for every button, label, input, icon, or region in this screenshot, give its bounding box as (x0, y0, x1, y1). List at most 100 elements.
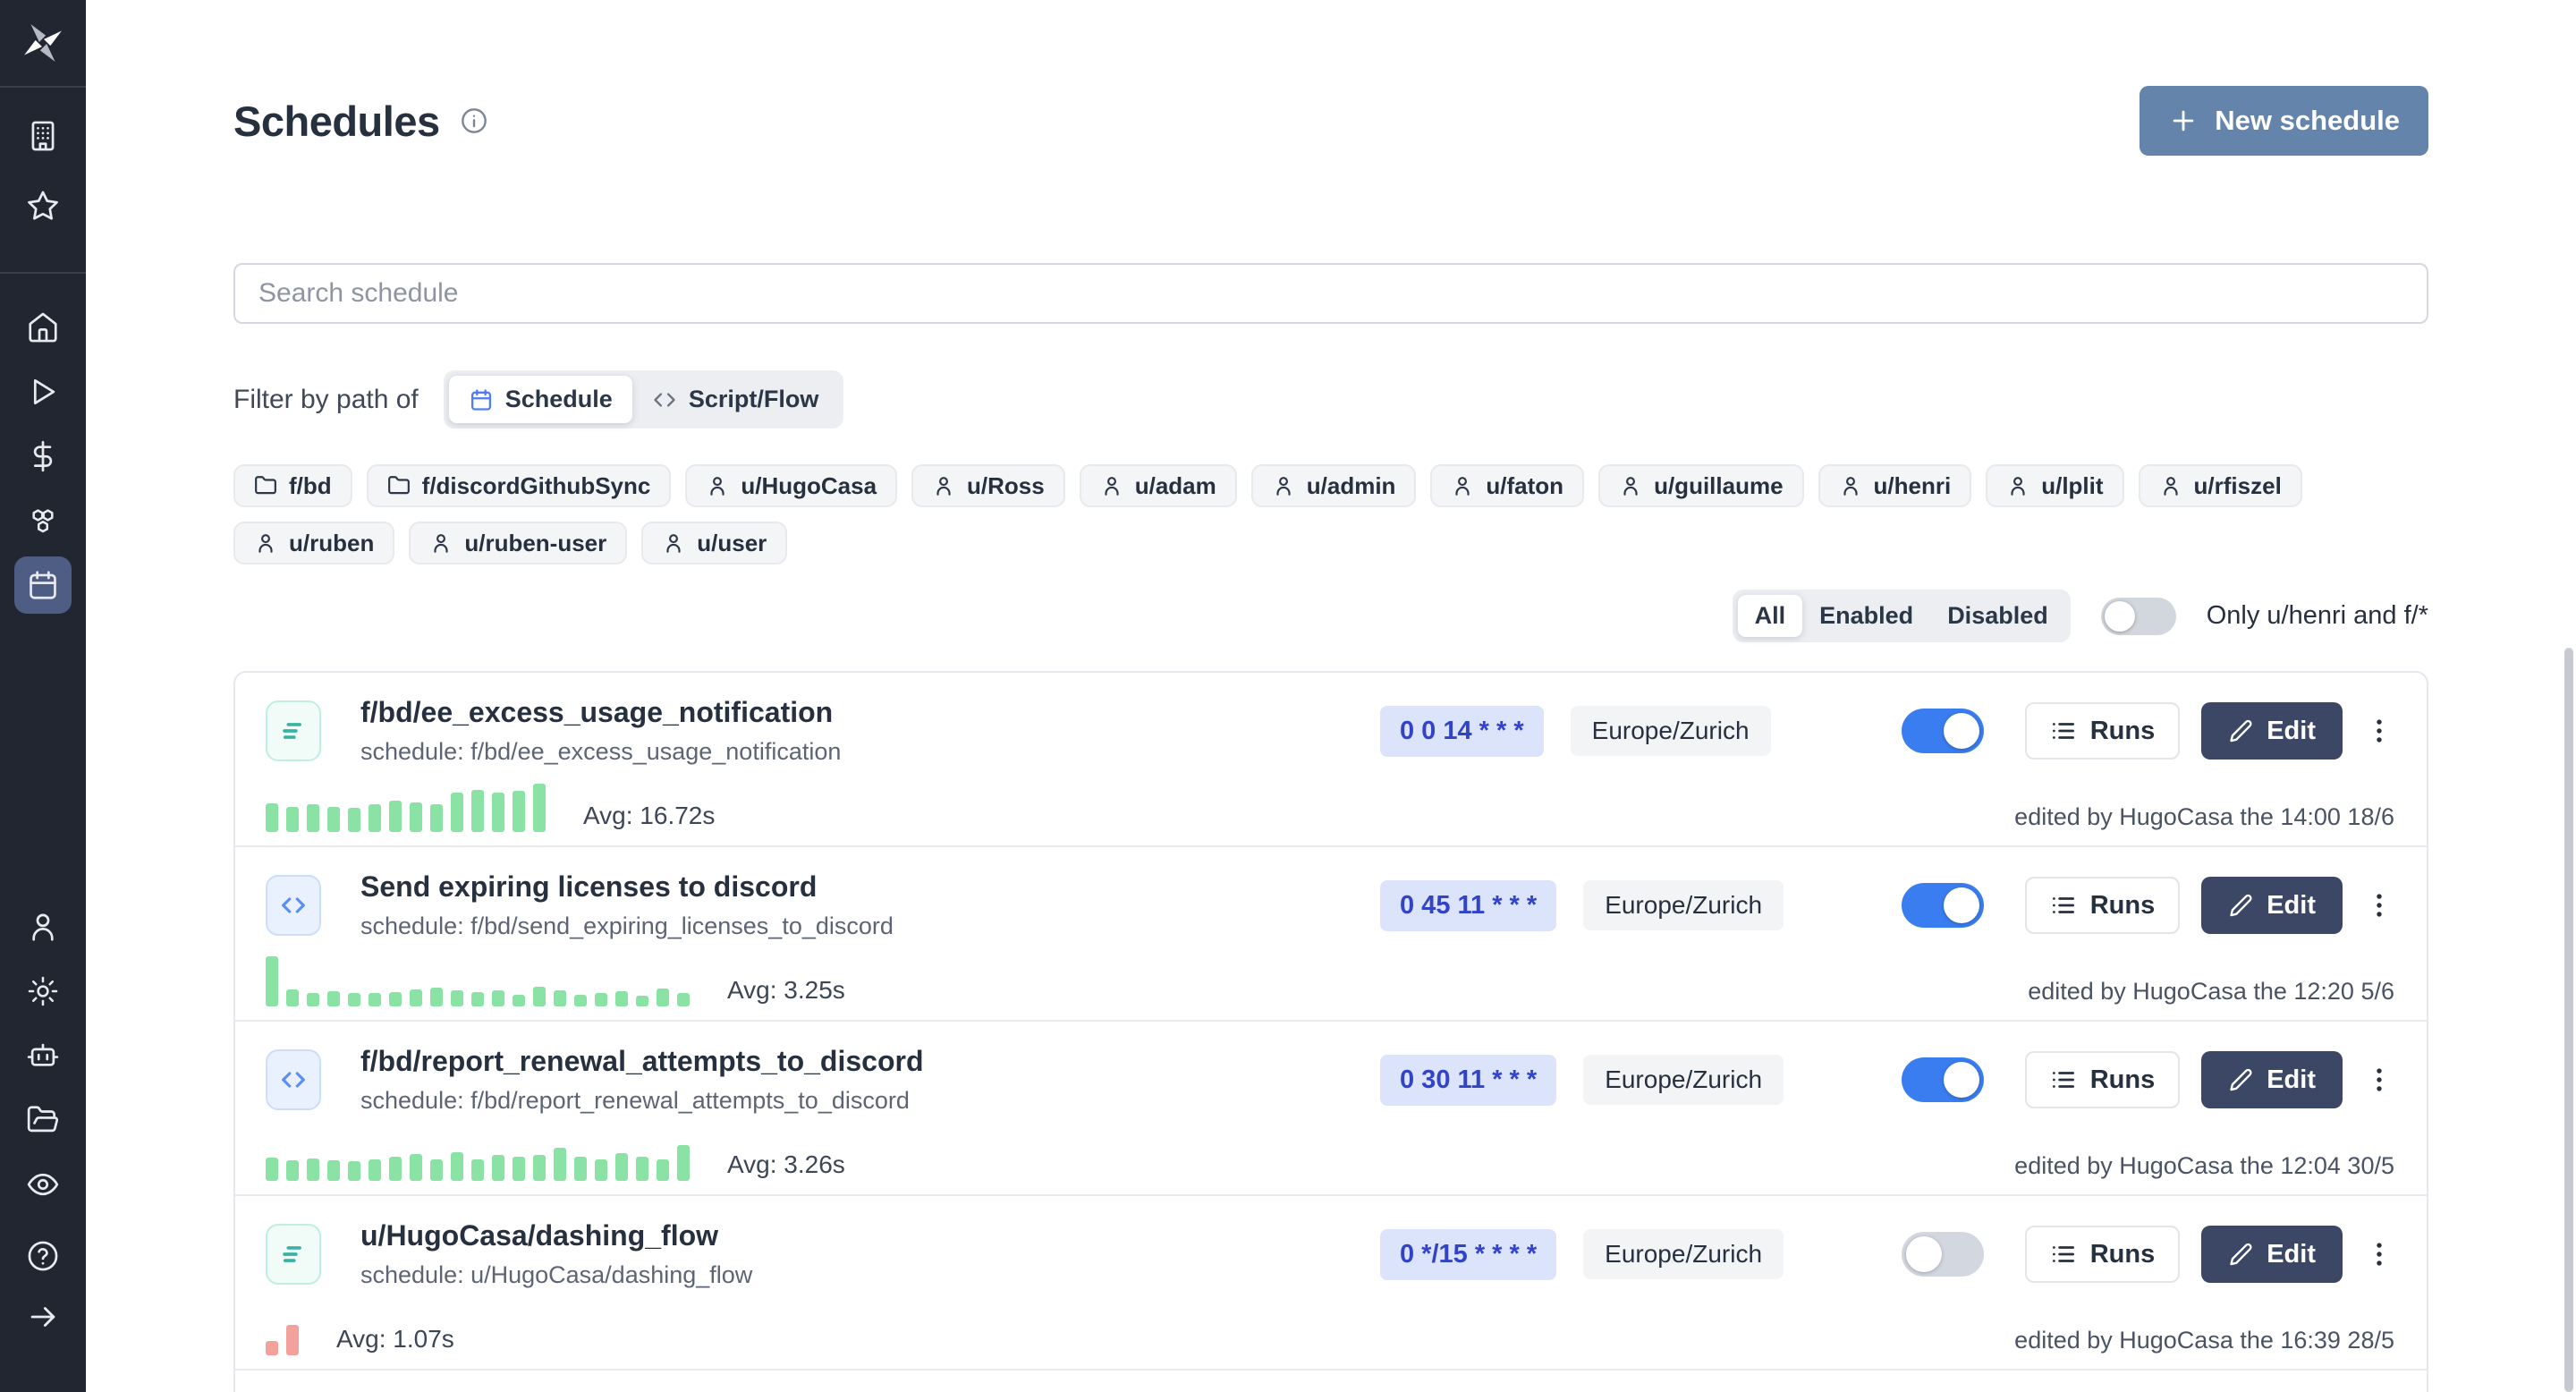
user-icon (1451, 474, 1474, 497)
code-icon (266, 875, 321, 936)
kind-option-script-flow[interactable]: Script/Flow (632, 376, 839, 423)
path-chip-u-user[interactable]: u/user (641, 522, 787, 564)
sidebar-item-settings[interactable] (14, 963, 72, 1020)
sidebar-item-runs[interactable] (14, 363, 72, 420)
path-chip-u-ruben[interactable]: u/ruben (233, 522, 394, 564)
search-input[interactable] (233, 263, 2428, 324)
past-runs-bars[interactable] (266, 784, 546, 832)
sidebar-item-variables[interactable] (14, 428, 72, 485)
sidebar-item-favorites[interactable] (14, 177, 72, 234)
sidebar-item-workspace[interactable] (14, 107, 72, 165)
windmill-logo[interactable] (0, 0, 86, 86)
schedule-actions: Runs Edit (1902, 1051, 2394, 1108)
path-chip-u-admin[interactable]: u/admin (1251, 464, 1417, 507)
runs-button[interactable]: Runs (2025, 702, 2181, 760)
runs-button[interactable]: Runs (2025, 877, 2181, 934)
filter-label: Filter by path of (233, 385, 419, 415)
avg-duration: Avg: 1.07s (336, 1325, 454, 1355)
schedule-path[interactable]: f/bd/ee_excess_usage_notification (360, 696, 1380, 729)
sidebar-item-schedules[interactable] (14, 556, 72, 614)
user-icon (1839, 474, 1862, 497)
path-chip-u-faton[interactable]: u/faton (1430, 464, 1584, 507)
path-chip-u-rfiszel[interactable]: u/rfiszel (2139, 464, 2302, 507)
past-runs-bars[interactable] (266, 1325, 299, 1355)
info-icon[interactable] (460, 106, 488, 135)
kind-option-schedule[interactable]: Schedule (449, 376, 632, 423)
more-menu-button[interactable] (2364, 890, 2394, 921)
sidebar-group-workspace (0, 88, 86, 234)
status-option-enabled[interactable]: Enabled (1802, 595, 1930, 637)
user-icon (662, 531, 685, 555)
schedule-path[interactable]: u/HugoCasa/dashing_flow (360, 1219, 1380, 1252)
new-schedule-button[interactable]: New schedule (2140, 86, 2428, 156)
building-icon (26, 119, 60, 153)
status-option-all[interactable]: All (1738, 595, 1803, 637)
path-chip-u-adam[interactable]: u/adam (1080, 464, 1237, 507)
path-chip-u-lplit[interactable]: u/lplit (1986, 464, 2123, 507)
list-icon (2050, 1066, 2077, 1093)
runs-button[interactable]: Runs (2025, 1051, 2181, 1108)
sidebar-item-workers[interactable] (14, 1027, 72, 1084)
path-chip-u-hugocasa[interactable]: u/HugoCasa (685, 464, 897, 507)
sidebar-item-users[interactable] (14, 898, 72, 955)
status-option-disabled[interactable]: Disabled (1930, 595, 2065, 637)
sidebar-item-help[interactable] (14, 1227, 72, 1285)
more-menu-button[interactable] (2364, 716, 2394, 746)
past-runs-bars[interactable] (266, 1145, 690, 1181)
filter-row: Filter by path of ScheduleScript/Flow (233, 370, 2428, 429)
only-henri-switch[interactable] (2101, 598, 2176, 635)
kind-toggle-group: ScheduleScript/Flow (444, 370, 844, 429)
schedule-row: u/HugoCasa/dashing_flow schedule: u/Hugo… (235, 1196, 2427, 1371)
sidebar-item-folders[interactable] (14, 1091, 72, 1149)
page-header: Schedules New schedule (233, 86, 2428, 156)
sidebar (0, 0, 86, 1392)
edit-button[interactable]: Edit (2201, 877, 2343, 934)
code-icon (266, 1049, 321, 1110)
schedule-path[interactable]: f/bd/report_renewal_attempts_to_discord (360, 1045, 1380, 1078)
user-icon (26, 910, 60, 944)
enable-toggle[interactable] (1902, 883, 1984, 928)
pencil-icon (2228, 1242, 2253, 1267)
edit-button[interactable]: Edit (2201, 1051, 2343, 1108)
path-chip-f-bd[interactable]: f/bd (233, 464, 352, 507)
sidebar-group-admin (0, 898, 86, 1213)
sidebar-item-expand[interactable] (14, 1288, 72, 1345)
path-chip-u-ruben-user[interactable]: u/ruben-user (409, 522, 627, 564)
path-chip-u-henri[interactable]: u/henri (1818, 464, 1972, 507)
scrollbar-thumb[interactable] (2564, 648, 2573, 1392)
enable-toggle[interactable] (1902, 1057, 1984, 1102)
enable-toggle[interactable] (1902, 709, 1984, 753)
cron-badge: 0 */15 * * * * (1380, 1229, 1556, 1280)
edit-button[interactable]: Edit (2201, 702, 2343, 760)
path-chip-u-ross[interactable]: u/Ross (911, 464, 1065, 507)
more-menu-button[interactable] (2364, 1239, 2394, 1269)
sidebar-item-resources[interactable] (14, 492, 72, 549)
windmill-logo-icon (21, 21, 65, 65)
enable-toggle[interactable] (1902, 1232, 1984, 1277)
cron-badge: 0 30 11 * * * (1380, 1055, 1556, 1106)
runs-button[interactable]: Runs (2025, 1226, 2181, 1283)
schedule-row: u/rfiszel/evocative_script */10 * * * * … (235, 1371, 2427, 1392)
path-chips: f/bd f/discordGithubSync u/HugoCasa u/Ross u… (233, 464, 2428, 564)
past-runs-bars[interactable] (266, 956, 690, 1006)
sidebar-item-audit-logs[interactable] (14, 1156, 72, 1213)
bot-icon (26, 1039, 60, 1073)
user-icon (1272, 474, 1295, 497)
page-title: Schedules (233, 97, 440, 146)
sidebar-item-home[interactable] (14, 299, 72, 356)
edit-button[interactable]: Edit (2201, 1226, 2343, 1283)
user-icon (1619, 474, 1642, 497)
scrollbar[interactable] (2562, 0, 2576, 1392)
schedule-path[interactable]: Send expiring licenses to discord (360, 870, 1380, 904)
path-chip-u-guillaume[interactable]: u/guillaume (1598, 464, 1803, 507)
schedule-row: f/bd/report_renewal_attempts_to_discord … (235, 1022, 2427, 1196)
schedule-badges: 0 */15 * * * * Europe/Zurich (1380, 1229, 1784, 1280)
eye-icon (26, 1167, 60, 1201)
timezone-badge: Europe/Zurich (1583, 1229, 1784, 1279)
path-chip-f-discordgithubsync[interactable]: f/discordGithubSync (367, 464, 672, 507)
timezone-badge: Europe/Zurich (1583, 1055, 1784, 1105)
schedule-actions: Runs Edit (1902, 1226, 2394, 1283)
more-menu-button[interactable] (2364, 1065, 2394, 1095)
schedule-list: f/bd/ee_excess_usage_notification schedu… (233, 671, 2428, 1392)
avg-duration: Avg: 3.25s (727, 976, 845, 1006)
